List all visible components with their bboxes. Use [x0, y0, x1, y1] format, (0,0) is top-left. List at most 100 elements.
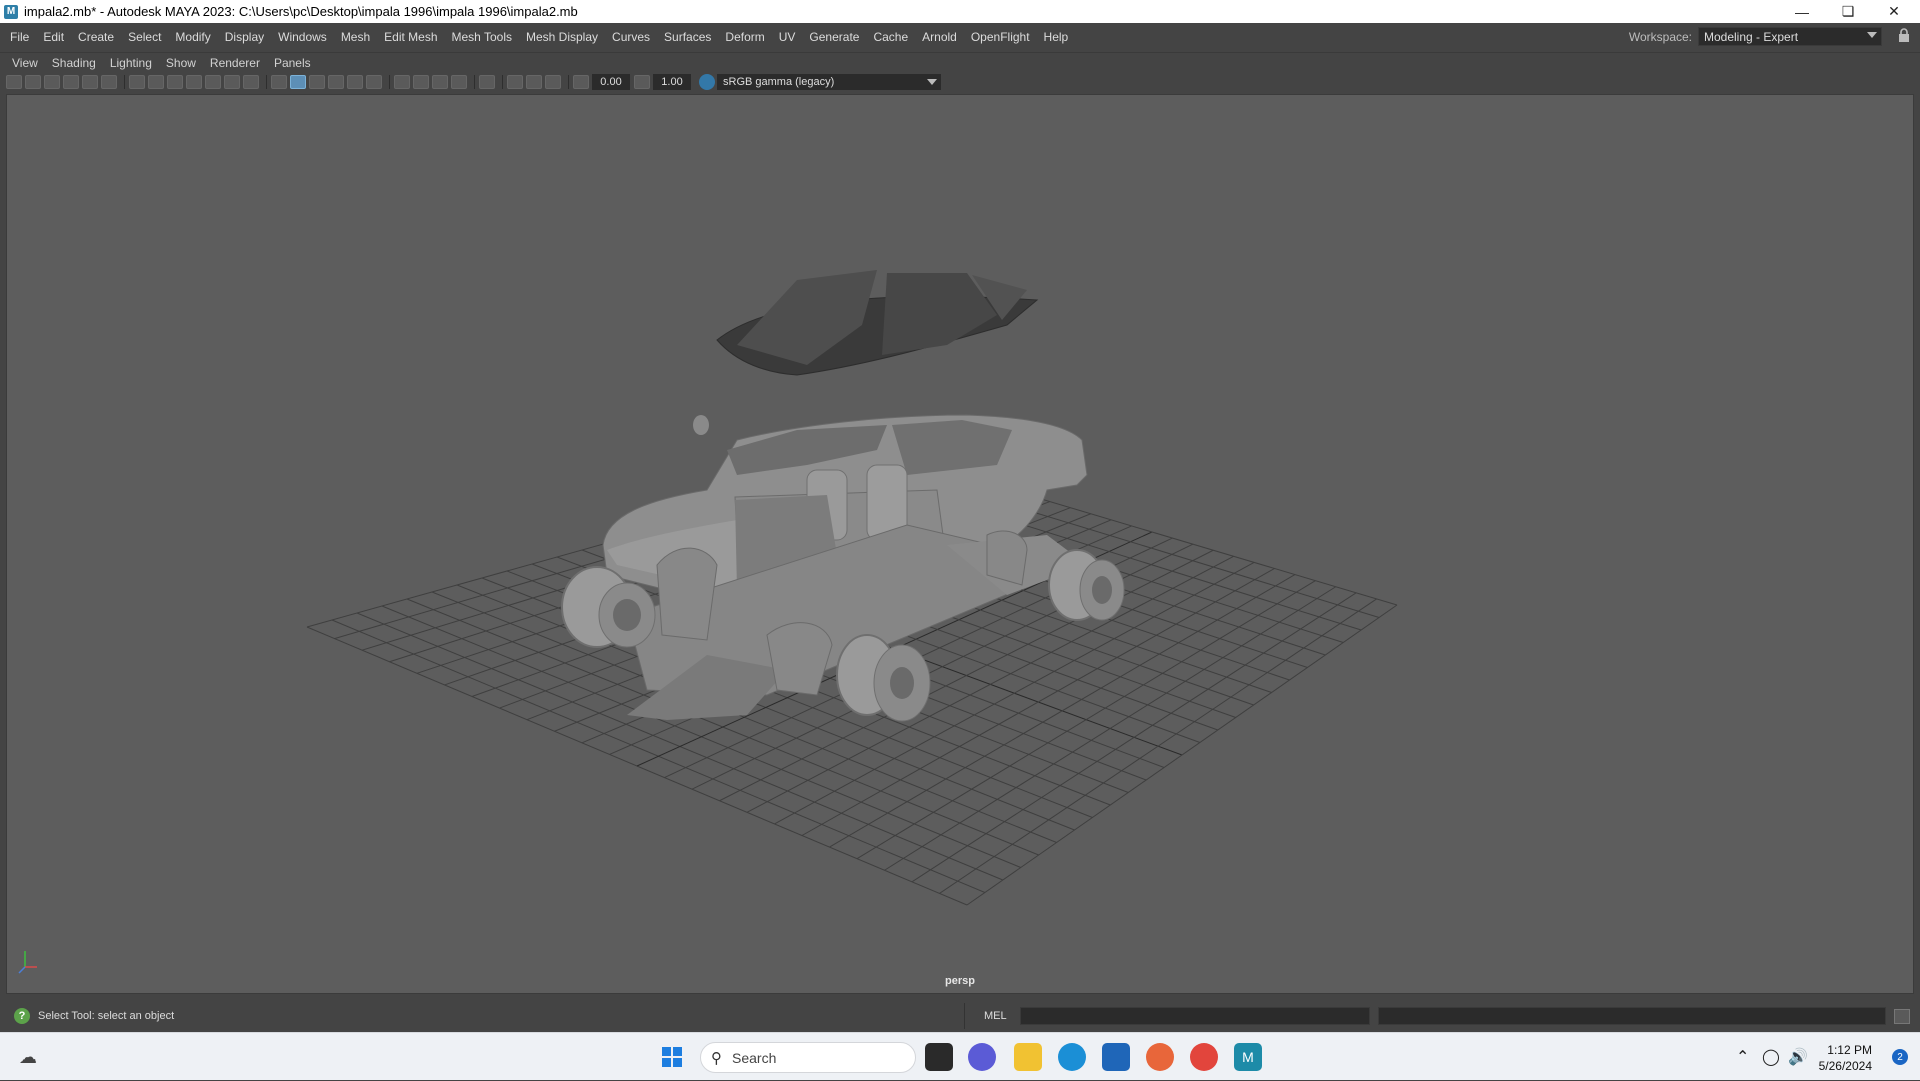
- menu-create[interactable]: Create: [71, 30, 121, 44]
- viewport-scene: [306, 270, 1398, 906]
- wireframe-on-shaded-icon[interactable]: [309, 75, 325, 89]
- panel-menu-show[interactable]: Show: [159, 56, 203, 70]
- menu-openflight[interactable]: OpenFlight: [964, 30, 1037, 44]
- perspective-viewport[interactable]: persp: [6, 94, 1914, 994]
- restore-button[interactable]: ❏: [1826, 0, 1870, 23]
- menu-mesh[interactable]: Mesh: [334, 30, 377, 44]
- main-menu-bar: File Edit Create Select Modify Display W…: [0, 23, 1920, 50]
- windows-start-icon[interactable]: [658, 1043, 686, 1071]
- menu-modify[interactable]: Modify: [168, 30, 217, 44]
- shadows-icon[interactable]: [366, 75, 382, 89]
- menu-curves[interactable]: Curves: [605, 30, 657, 44]
- workspace-value: Modeling - Expert: [1704, 29, 1799, 44]
- color-space-dropdown[interactable]: sRGB gamma (legacy): [717, 74, 941, 90]
- menu-uv[interactable]: UV: [772, 30, 803, 44]
- gamma-field[interactable]: 1.00: [653, 74, 691, 90]
- axis-indicator-icon: [15, 945, 45, 975]
- textured-icon[interactable]: [328, 75, 344, 89]
- widgets-icon[interactable]: ☁: [14, 1043, 42, 1071]
- xray-icon[interactable]: [507, 75, 523, 89]
- grid-toggle-icon[interactable]: [129, 75, 145, 89]
- camera-select-icon[interactable]: [6, 75, 22, 89]
- taskbar-search-box[interactable]: ⚲ Search: [700, 1042, 916, 1073]
- wireframe-icon[interactable]: [271, 75, 287, 89]
- edge-browser-icon[interactable]: [1058, 1043, 1086, 1071]
- window-title-bar: M impala2.mb* - Autodesk MAYA 2023: C:\U…: [0, 0, 1920, 23]
- grease-pencil-icon[interactable]: [101, 75, 117, 89]
- safe-title-icon[interactable]: [243, 75, 259, 89]
- menu-generate[interactable]: Generate: [802, 30, 866, 44]
- camera-attributes-icon[interactable]: [25, 75, 41, 89]
- command-result-field: [1378, 1007, 1886, 1025]
- help-icon[interactable]: ?: [14, 1008, 30, 1024]
- bookmark-icon[interactable]: [44, 75, 60, 89]
- command-language-toggle[interactable]: MEL: [984, 1010, 1007, 1022]
- image-plane-icon[interactable]: [63, 75, 79, 89]
- menu-edit[interactable]: Edit: [36, 30, 71, 44]
- wheel-rear-right[interactable]: [1048, 549, 1125, 621]
- resolution-gate-icon[interactable]: [167, 75, 183, 89]
- menu-mesh-display[interactable]: Mesh Display: [519, 30, 605, 44]
- minimize-button[interactable]: —: [1780, 0, 1824, 23]
- menu-display[interactable]: Display: [218, 30, 271, 44]
- chrome-icon[interactable]: [1190, 1043, 1218, 1071]
- exposure-field[interactable]: 0.00: [592, 74, 630, 90]
- use-all-lights-icon[interactable]: [347, 75, 363, 89]
- safe-action-icon[interactable]: [224, 75, 240, 89]
- gamma-icon[interactable]: [634, 75, 650, 89]
- search-icon: ⚲: [711, 1049, 722, 1067]
- menu-select[interactable]: Select: [121, 30, 168, 44]
- motion-blur-icon[interactable]: [413, 75, 429, 89]
- exposure-icon[interactable]: [573, 75, 589, 89]
- file-explorer-icon[interactable]: [1014, 1043, 1042, 1071]
- workspace-label: Workspace:: [1628, 29, 1692, 44]
- depth-of-field-icon[interactable]: [451, 75, 467, 89]
- command-line-input[interactable]: [1020, 1007, 1370, 1025]
- chevron-down-icon: [927, 79, 937, 85]
- script-editor-icon[interactable]: [1894, 1009, 1910, 1024]
- workspace-dropdown[interactable]: Modeling - Expert: [1698, 27, 1882, 46]
- close-button[interactable]: ✕: [1872, 0, 1916, 23]
- wheel-front-right[interactable]: [836, 634, 931, 722]
- menu-file[interactable]: File: [0, 30, 36, 44]
- 2d-pan-zoom-icon[interactable]: [82, 75, 98, 89]
- panel-menu-shading[interactable]: Shading: [45, 56, 103, 70]
- notification-badge[interactable]: 2: [1892, 1049, 1908, 1065]
- panel-menu-renderer[interactable]: Renderer: [203, 56, 267, 70]
- menu-surfaces[interactable]: Surfaces: [657, 30, 718, 44]
- taskbar-clock[interactable]: 1:12 PM 5/26/2024: [1819, 1042, 1872, 1074]
- maya-taskbar-icon[interactable]: M: [1234, 1043, 1262, 1071]
- network-icon[interactable]: ◯: [1762, 1033, 1780, 1081]
- anti-aliasing-icon[interactable]: [432, 75, 448, 89]
- menu-edit-mesh[interactable]: Edit Mesh: [377, 30, 444, 44]
- xray-joints-icon[interactable]: [526, 75, 542, 89]
- smooth-shade-icon[interactable]: [290, 75, 306, 89]
- task-view-icon[interactable]: [925, 1043, 953, 1071]
- lock-icon[interactable]: [1898, 28, 1912, 44]
- menu-windows[interactable]: Windows: [271, 30, 334, 44]
- panel-menu-lighting[interactable]: Lighting: [103, 56, 159, 70]
- menu-deform[interactable]: Deform: [718, 30, 771, 44]
- window-title: impala2.mb* - Autodesk MAYA 2023: C:\Use…: [24, 4, 578, 19]
- microsoft-store-icon[interactable]: [1102, 1043, 1130, 1071]
- screen-space-ao-icon[interactable]: [394, 75, 410, 89]
- panel-menu-panels[interactable]: Panels: [267, 56, 318, 70]
- windows-taskbar: ☁ ⚲ Search M ⌃ ◯ 🔊 1:12 PM 5/26/2024 2: [0, 1032, 1920, 1080]
- menu-cache[interactable]: Cache: [866, 30, 915, 44]
- menu-help[interactable]: Help: [1037, 30, 1076, 44]
- glass-mesh[interactable]: [716, 270, 1039, 376]
- volume-icon[interactable]: 🔊: [1788, 1033, 1808, 1081]
- menu-arnold[interactable]: Arnold: [915, 30, 964, 44]
- field-chart-icon[interactable]: [205, 75, 221, 89]
- xray-components-icon[interactable]: [545, 75, 561, 89]
- status-bar: ? Select Tool: select an object MEL: [0, 1003, 1920, 1029]
- isolate-select-icon[interactable]: [479, 75, 495, 89]
- teams-chat-icon[interactable]: [968, 1043, 996, 1071]
- tray-overflow-icon[interactable]: ⌃: [1736, 1033, 1749, 1081]
- menu-mesh-tools[interactable]: Mesh Tools: [445, 30, 519, 44]
- panel-menu-view[interactable]: View: [0, 56, 45, 70]
- color-management-icon[interactable]: [699, 74, 715, 90]
- film-gate-icon[interactable]: [148, 75, 164, 89]
- gate-mask-icon[interactable]: [186, 75, 202, 89]
- firefox-icon[interactable]: [1146, 1043, 1174, 1071]
